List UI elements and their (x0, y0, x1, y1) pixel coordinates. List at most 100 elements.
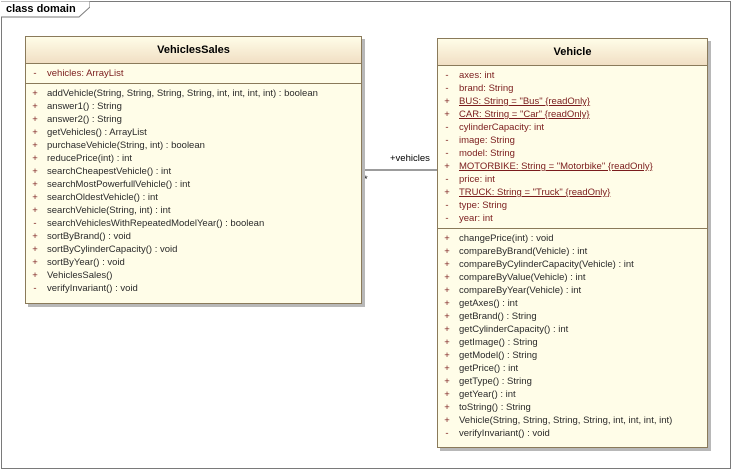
association-multiplicity: * (364, 174, 368, 185)
operations-section: + addVehicle(String, String, String, Stri… (26, 83, 361, 298)
visibility-marker: + (32, 257, 38, 268)
visibility-marker: + (444, 285, 450, 296)
attribute-text: image: String (459, 135, 515, 146)
operation-row: + getModel() : String (438, 349, 707, 362)
operation-text: compareByYear(Vehicle) : int (459, 285, 582, 296)
visibility-marker: - (445, 428, 449, 439)
attribute-text: CAR: String = "Car" {readOnly} (459, 109, 590, 120)
operation-text: sortByCylinderCapacity() : void (47, 244, 178, 255)
operation-row: - verifyInvariant() : void (26, 282, 361, 295)
operation-row: + searchCheapestVehicle() : int (26, 165, 361, 178)
operation-text: verifyInvariant() : void (47, 283, 138, 294)
visibility-marker: - (445, 83, 449, 94)
operation-text: compareByCylinderCapacity(Vehicle) : int (459, 259, 634, 270)
operation-text: sortByBrand() : void (47, 231, 131, 242)
visibility-marker: + (444, 96, 450, 107)
attribute-text: type: String (459, 200, 508, 211)
visibility-marker: + (32, 270, 38, 281)
operation-text: searchVehicle(String, int) : int (47, 205, 171, 216)
operation-text: getYear() : int (459, 389, 516, 400)
visibility-marker: + (444, 415, 450, 426)
visibility-marker: + (32, 244, 38, 255)
attribute-row: - axes: int (438, 69, 707, 82)
operation-row: + answer2() : String (26, 113, 361, 126)
class-vehicles-sales[interactable]: VehiclesSales - vehicles: ArrayList + addV… (25, 36, 362, 304)
operation-row: + getYear() : int (438, 388, 707, 401)
operation-text: answer2() : String (47, 114, 122, 125)
operation-text: Vehicle(String, String, String, String, … (459, 415, 673, 426)
operation-text: getCylinderCapacity() : int (459, 324, 569, 335)
visibility-marker: + (444, 298, 450, 309)
visibility-marker: + (444, 233, 450, 244)
class-name: VehiclesSales (26, 37, 361, 64)
attribute-row: + TRUCK: String = "Truck" {readOnly} (438, 186, 707, 199)
operation-text: sortByYear() : void (47, 257, 125, 268)
operation-text: searchVehiclesWithRepeatedModelYear() : … (47, 218, 265, 229)
operation-text: changePrice(int) : void (459, 233, 554, 244)
operation-text: getVehicles() : ArrayList (47, 127, 147, 138)
operation-text: searchCheapestVehicle() : int (47, 166, 172, 177)
visibility-marker: - (445, 174, 449, 185)
operation-text: verifyInvariant() : void (459, 428, 550, 439)
operation-row: + changePrice(int) : void (438, 232, 707, 245)
visibility-marker: + (444, 324, 450, 335)
visibility-marker: + (444, 363, 450, 374)
visibility-marker: + (444, 161, 450, 172)
operation-text: VehiclesSales() (47, 270, 113, 281)
class-name: Vehicle (438, 39, 707, 66)
operation-text: getModel() : String (459, 350, 538, 361)
attributes-section: - axes: int - brand: String + BUS: String = "… (438, 66, 707, 228)
visibility-marker: - (33, 68, 37, 79)
visibility-marker: + (32, 153, 38, 164)
operation-row: + answer1() : String (26, 100, 361, 113)
operation-text: searchMostPowerfullVehicle() : int (47, 179, 191, 190)
visibility-marker: + (444, 246, 450, 257)
attribute-text: price: int (459, 174, 495, 185)
operation-row: + getType() : String (438, 375, 707, 388)
visibility-marker: + (444, 311, 450, 322)
visibility-marker: + (32, 179, 38, 190)
operation-row: + VehiclesSales() (26, 269, 361, 282)
operation-row: + sortByYear() : void (26, 256, 361, 269)
operation-text: compareByBrand(Vehicle) : int (459, 246, 588, 257)
attribute-row: - model: String (438, 147, 707, 160)
operation-row: + sortByBrand() : void (26, 230, 361, 243)
operation-text: getType() : String (459, 376, 532, 387)
attribute-row: - brand: String (438, 82, 707, 95)
operation-text: reducePrice(int) : int (47, 153, 133, 164)
visibility-marker: - (445, 70, 449, 81)
operation-text: getImage() : String (459, 337, 538, 348)
operation-row: + searchMostPowerfullVehicle() : int (26, 178, 361, 191)
visibility-marker: + (444, 109, 450, 120)
attribute-text: brand: String (459, 83, 514, 94)
operation-row: + toString() : String (438, 401, 707, 414)
visibility-marker: + (444, 187, 450, 198)
visibility-marker: - (445, 200, 449, 211)
visibility-marker: - (445, 122, 449, 133)
visibility-marker: + (444, 259, 450, 270)
attribute-row: - type: String (438, 199, 707, 212)
visibility-marker: + (444, 350, 450, 361)
operations-section: + changePrice(int) : void + compareByBrand(… (438, 228, 707, 443)
visibility-marker: + (444, 376, 450, 387)
attribute-text: BUS: String = "Bus" {readOnly} (459, 96, 591, 107)
visibility-marker: - (445, 135, 449, 146)
visibility-marker: + (32, 114, 38, 125)
operation-row: + searchOldestVehicle() : int (26, 191, 361, 204)
operation-row: + Vehicle(String, String, String, String,… (438, 414, 707, 427)
visibility-marker: + (32, 101, 38, 112)
visibility-marker: - (445, 213, 449, 224)
attribute-text: TRUCK: String = "Truck" {readOnly} (459, 187, 611, 198)
operation-row: + compareByYear(Vehicle) : int (438, 284, 707, 297)
operation-row: + reducePrice(int) : int (26, 152, 361, 165)
association-role: +vehicles (390, 153, 430, 164)
class-vehicle[interactable]: Vehicle - axes: int - brand: String + BUS: St… (437, 38, 708, 448)
visibility-marker: + (32, 166, 38, 177)
operation-row: + getCylinderCapacity() : int (438, 323, 707, 336)
operation-text: purchaseVehicle(String, int) : boolean (47, 140, 205, 151)
operation-row: + getVehicles() : ArrayList (26, 126, 361, 139)
attribute-text: axes: int (459, 70, 495, 81)
operation-row: - searchVehiclesWithRepeatedModelYear() :… (26, 217, 361, 230)
operation-row: + purchaseVehicle(String, int) : boolean (26, 139, 361, 152)
attribute-row: - price: int (438, 173, 707, 186)
